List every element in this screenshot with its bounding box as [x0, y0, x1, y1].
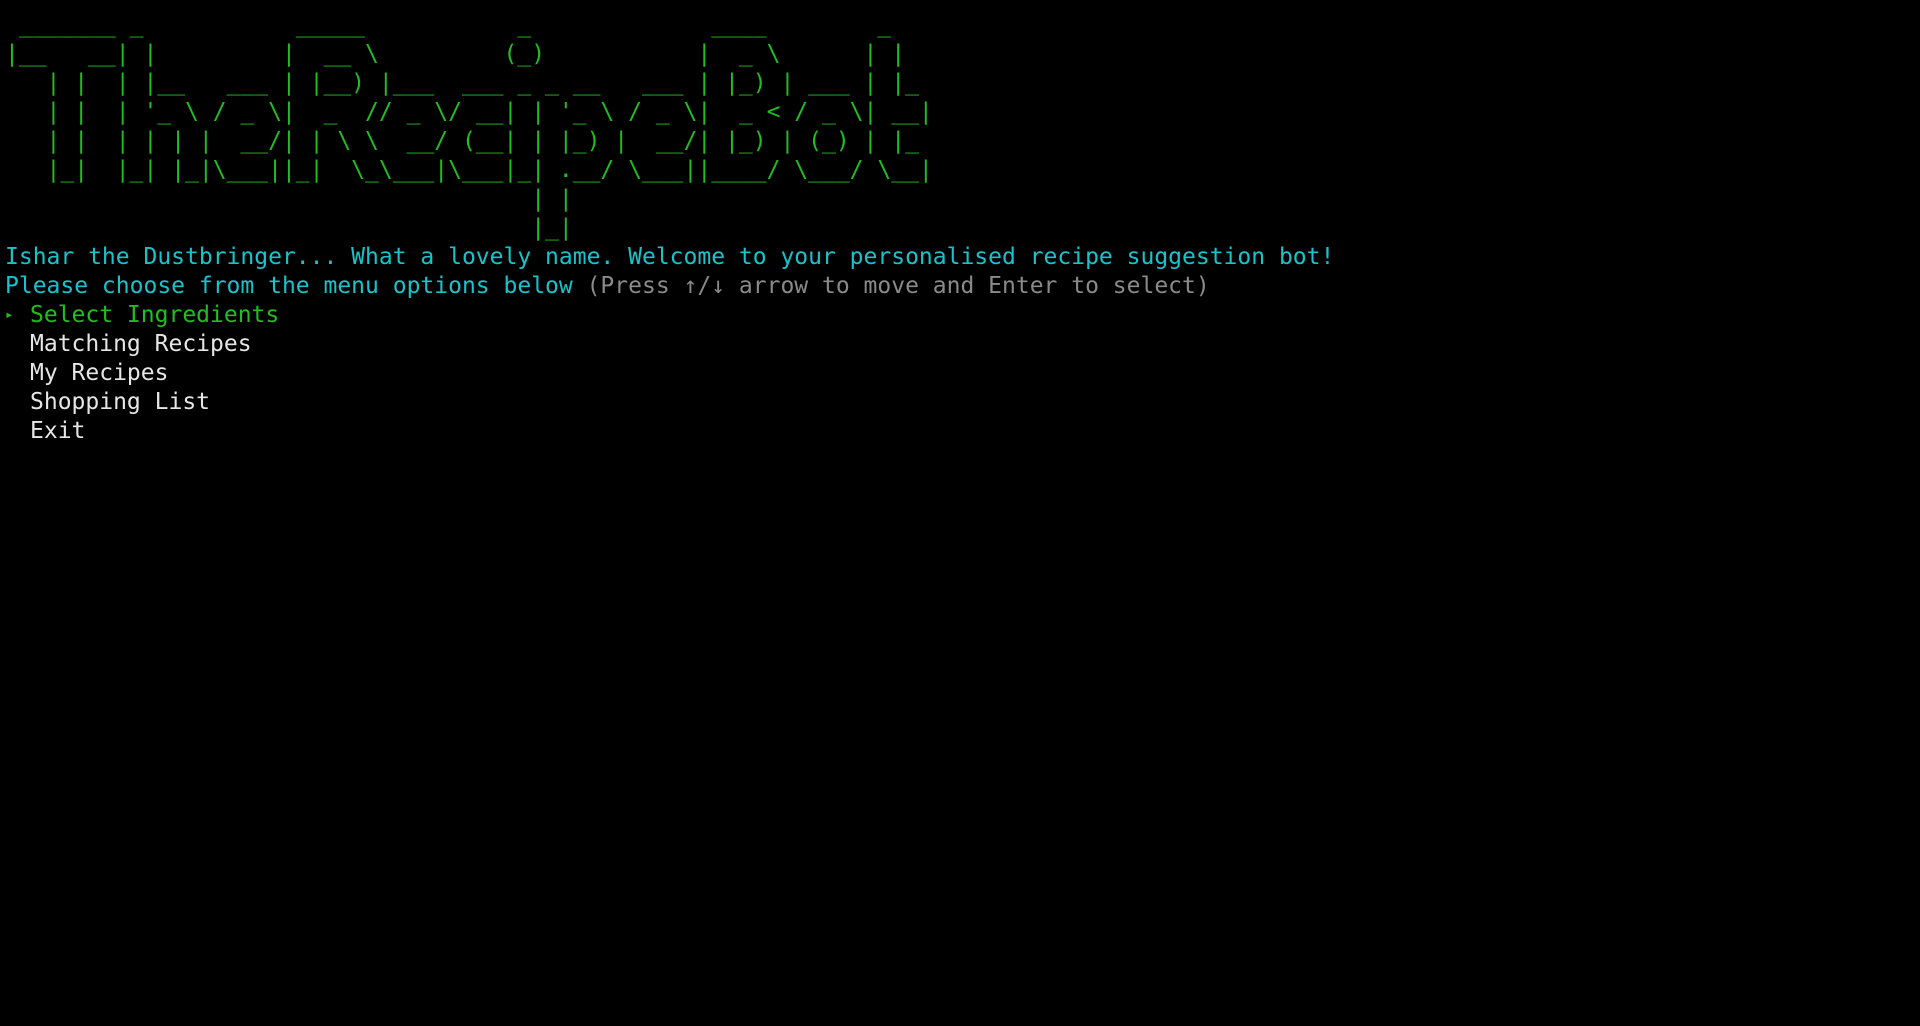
- menu-item-shopping-list[interactable]: Shopping List: [5, 388, 1920, 417]
- menu-item-exit[interactable]: Exit: [5, 417, 1920, 446]
- menu-item-label: Select Ingredients: [30, 302, 280, 328]
- ascii-title-banner: _______ _ _____ _ ____ _ |__ __| | | __ …: [5, 12, 933, 241]
- welcome-message: Ishar the Dustbringer... What a lovely n…: [5, 244, 1335, 270]
- menu-item-label: Exit: [30, 418, 86, 444]
- menu-prompt: Please choose from the menu options belo…: [5, 272, 1920, 301]
- menu-item-label: Shopping List: [30, 389, 211, 415]
- menu-options: ▸ Select Ingredients Matching Recipes My…: [5, 301, 1920, 446]
- menu-item-label: Matching Recipes: [30, 331, 252, 357]
- menu-prompt-hint: (Press ↑/↓ arrow to move and Enter to se…: [572, 273, 1210, 299]
- menu-item-matching-recipes[interactable]: Matching Recipes: [5, 330, 1920, 359]
- menu-item-my-recipes[interactable]: My Recipes: [5, 359, 1920, 388]
- selection-pointer-icon: ▸: [5, 307, 14, 323]
- menu-prompt-text: Please choose from the menu options belo…: [5, 273, 573, 299]
- menu-item-select-ingredients[interactable]: ▸ Select Ingredients: [5, 301, 1920, 330]
- terminal-window: _______ _ _____ _ ____ _ |__ __| | | __ …: [0, 0, 1920, 1026]
- menu-item-label: My Recipes: [30, 360, 169, 386]
